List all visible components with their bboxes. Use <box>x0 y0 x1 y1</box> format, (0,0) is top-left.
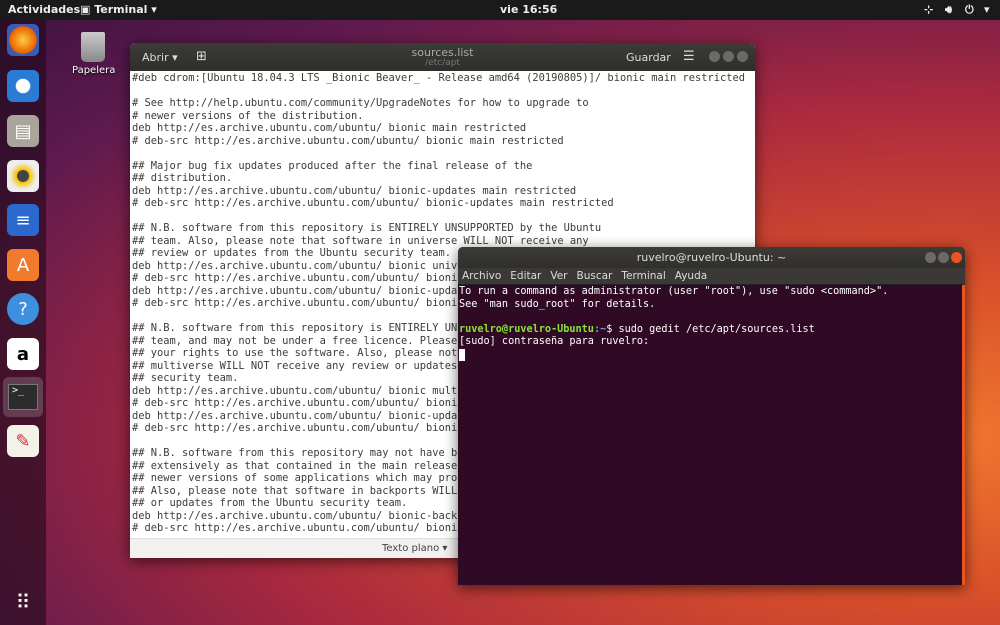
editor-line: # See http://help.ubuntu.com/community/U… <box>132 97 589 109</box>
save-button[interactable]: Guardar <box>626 51 671 64</box>
show-applications-icon[interactable]: ⠿ <box>7 586 39 618</box>
thunderbird-icon[interactable] <box>7 70 39 102</box>
chevron-down-icon[interactable]: ▾ <box>984 3 990 16</box>
firefox-icon[interactable] <box>7 24 39 56</box>
editor-line: # deb-src http://es.archive.ubuntu.com/u… <box>132 134 564 147</box>
activities-button[interactable]: Actividades <box>8 3 80 16</box>
menu-terminal[interactable]: Terminal <box>621 270 665 282</box>
terminal-line: To run a command as administrator (user … <box>459 286 889 297</box>
maximize-button[interactable] <box>723 51 734 62</box>
editor-line: deb http://es.archive.ubuntu.com/ubuntu/… <box>132 122 527 134</box>
rhythmbox-icon[interactable] <box>7 160 39 192</box>
terminal-line: See "man sudo_root" for details. <box>459 298 656 310</box>
menu-ver[interactable]: Ver <box>550 270 567 282</box>
editor-line: ## distribution. <box>132 172 233 184</box>
trash-label: Papelera <box>72 65 116 76</box>
menu-archivo[interactable]: Archivo <box>462 270 501 282</box>
prompt-user: ruvelro@ruvelro-Ubuntu <box>459 323 594 335</box>
network-icon[interactable]: ⊹ <box>924 3 933 16</box>
help-icon[interactable]: ? <box>7 293 39 325</box>
software-center-icon[interactable]: A <box>7 249 39 281</box>
maximize-button[interactable] <box>938 252 949 263</box>
menu-editar[interactable]: Editar <box>510 270 541 282</box>
close-button[interactable] <box>737 51 748 62</box>
editor-line: #deb cdrom:[Ubuntu 18.04.3 LTS _Bionic B… <box>132 72 746 84</box>
prompt-command: $ sudo gedit /etc/apt/sources.list <box>606 323 815 335</box>
terminal-icon: ▣ <box>80 3 91 16</box>
terminal-menubar: Archivo Editar Ver Buscar Terminal Ayuda <box>458 268 965 285</box>
app-menu[interactable]: ▣ Terminal ▾ <box>80 3 157 16</box>
editor-line: # deb-src http://es.archive.ubuntu.com/u… <box>132 197 614 209</box>
volume-icon[interactable]: 🔊︎ <box>945 3 952 17</box>
editor-line: ## N.B. software from this repository is… <box>132 222 602 234</box>
terminal-prompt-line: ruvelro@ruvelro-Ubuntu:~$ sudo gedit /et… <box>459 324 964 337</box>
trash-icon <box>81 32 105 62</box>
minimize-button[interactable] <box>925 252 936 263</box>
terminal-titlebar: ruvelro@ruvelro-Ubuntu: ~ <box>458 247 965 268</box>
menu-buscar[interactable]: Buscar <box>577 270 613 282</box>
top-bar: Actividades ▣ Terminal ▾ vie 16:56 ⊹ 🔊︎ … <box>0 0 1000 20</box>
terminal-window: ruvelro@ruvelro-Ubuntu: ~ Archivo Editar… <box>458 247 965 585</box>
editor-line: deb http://es.archive.ubuntu.com/ubuntu/… <box>132 184 577 197</box>
editor-line: # newer versions of the distribution. <box>132 109 364 122</box>
syntax-label: Texto plano <box>382 543 440 554</box>
dock: ▤ ≡ A ? a >_ ✎ ⠿ <box>0 20 46 625</box>
power-icon[interactable]: ⏻ <box>965 3 974 17</box>
amazon-icon[interactable]: a <box>7 338 39 370</box>
close-button[interactable] <box>951 252 962 263</box>
terminal-icon[interactable]: >_ <box>3 377 43 417</box>
app-name: Terminal <box>94 3 148 16</box>
files-icon[interactable]: ▤ <box>7 115 39 147</box>
menu-ayuda[interactable]: Ayuda <box>675 270 707 282</box>
prompt-path: :~ <box>593 323 607 335</box>
text-editor-icon[interactable]: ✎ <box>7 425 39 457</box>
libreoffice-writer-icon[interactable]: ≡ <box>7 204 39 236</box>
terminal-output[interactable]: To run a command as administrator (user … <box>458 285 965 363</box>
window-edge-accent <box>962 285 965 585</box>
text-cursor <box>459 348 465 361</box>
editor-line: ## team. Also, please note that software… <box>132 234 589 247</box>
terminal-title: ruvelro@ruvelro-Ubuntu: ~ <box>636 251 787 264</box>
gedit-headerbar: Abrir ▾ ⊞ sources.list /etc/apt Guardar … <box>130 43 755 71</box>
syntax-selector[interactable]: Texto plano ▾ <box>382 543 447 554</box>
terminal-line: [sudo] contraseña para ruvelro: <box>459 336 650 347</box>
trash-desktop-icon[interactable]: Papelera <box>72 32 116 76</box>
editor-line: ## Major bug fix updates produced after … <box>132 159 533 172</box>
minimize-button[interactable] <box>709 51 720 62</box>
hamburger-menu-icon[interactable]: ☰ <box>683 49 695 64</box>
clock[interactable]: vie 16:56 <box>500 3 557 16</box>
